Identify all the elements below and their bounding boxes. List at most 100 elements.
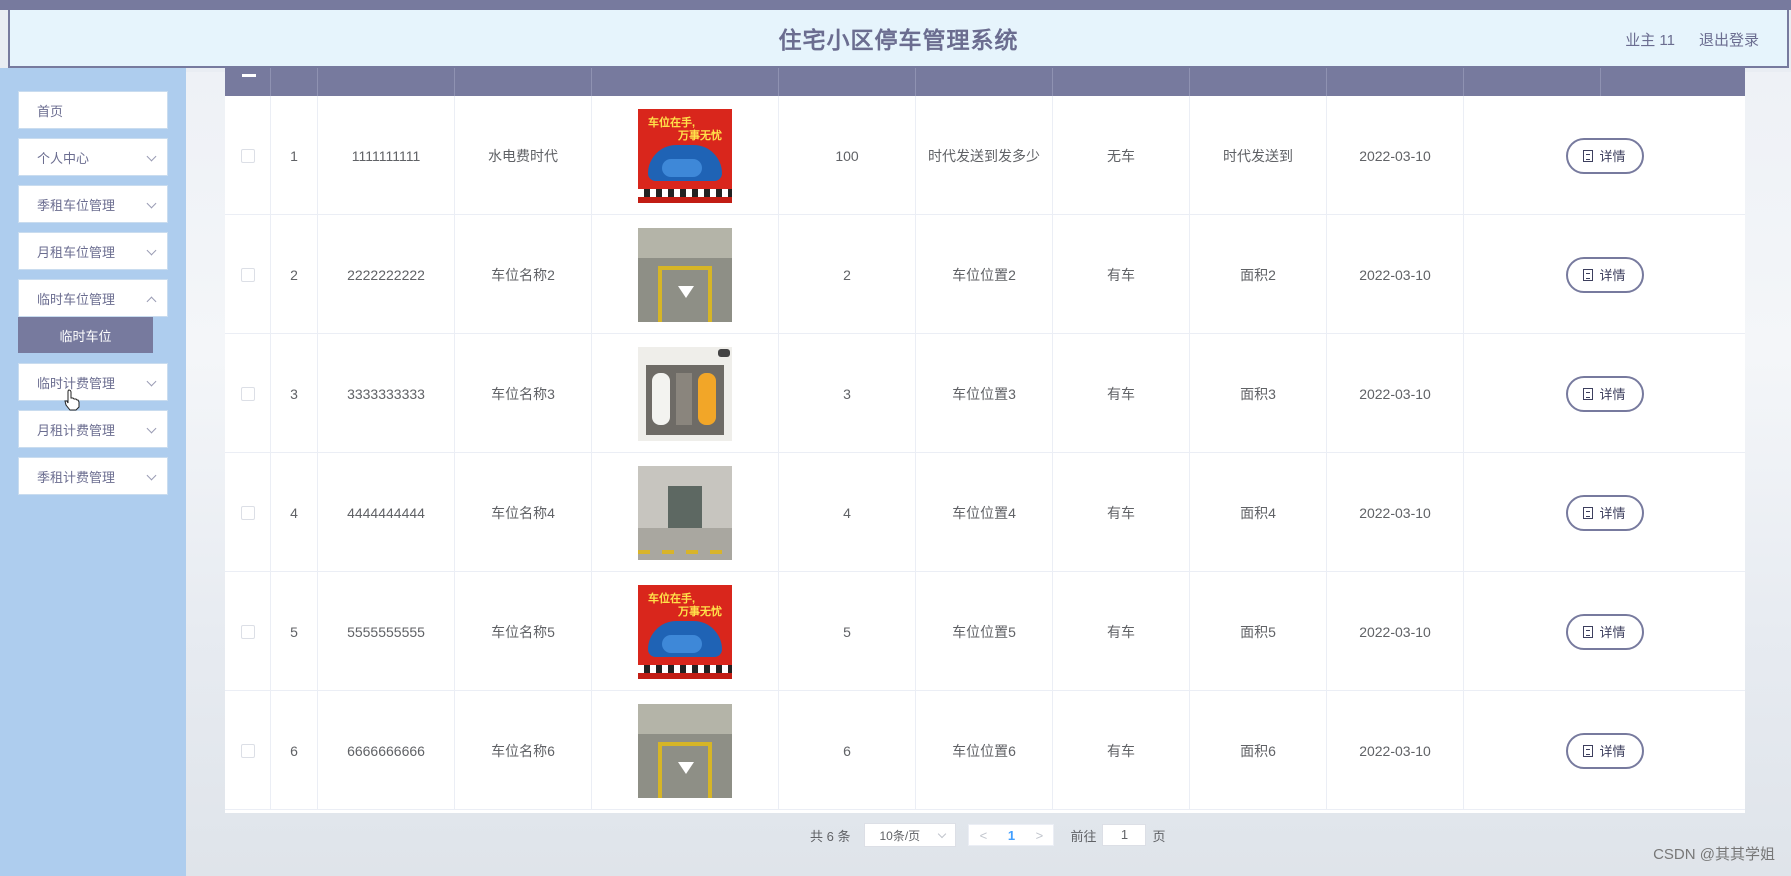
document-icon (1583, 744, 1594, 757)
table-row: 3 3333333333 车位名称3 3 车位位置3 有车 面积3 2022-0… (225, 334, 1745, 453)
space-area: 面积2 (1189, 215, 1326, 334)
sidebar-item-temporary-space[interactable]: 临时车位管理 (18, 279, 168, 317)
space-status: 有车 (1052, 215, 1189, 334)
space-number: 6 (778, 691, 915, 810)
table-row: 6 6666666666 车位名称6 6 车位位置6 有车 面积6 2022-0… (225, 691, 1745, 810)
sidebar-item-seasonal-space[interactable]: 季租车位管理 (18, 185, 168, 223)
space-number: 3 (778, 334, 915, 453)
detail-button[interactable]: 详情 (1565, 375, 1644, 412)
document-icon (1583, 387, 1594, 400)
space-area: 面积3 (1189, 334, 1326, 453)
space-name: 车位名称3 (454, 334, 591, 453)
select-all-checkbox[interactable] (242, 74, 256, 77)
space-date: 2022-03-10 (1326, 96, 1463, 215)
space-code: 2222222222 (317, 215, 454, 334)
space-status: 有车 (1052, 572, 1189, 691)
detail-button[interactable]: 详情 (1565, 256, 1644, 293)
chevron-up-icon (146, 296, 157, 307)
current-user-label[interactable]: 业主 11 (1625, 29, 1675, 50)
space-area: 面积4 (1189, 453, 1326, 572)
space-date: 2022-03-10 (1326, 215, 1463, 334)
row-checkbox[interactable] (240, 743, 255, 758)
space-location: 车位位置5 (915, 572, 1052, 691)
page-size-select[interactable]: 10条/页 (864, 823, 957, 847)
space-location: 车位位置6 (915, 691, 1052, 810)
row-checkbox[interactable] (240, 267, 255, 282)
app-title: 住宅小区停车管理系统 (778, 27, 1019, 53)
space-code: 6666666666 (317, 691, 454, 810)
detail-button[interactable]: 详情 (1565, 494, 1644, 531)
detail-button[interactable]: 详情 (1565, 613, 1644, 650)
chevron-down-icon (938, 829, 947, 839)
space-number: 2 (778, 215, 915, 334)
space-code: 5555555555 (317, 572, 454, 691)
chevron-down-icon (146, 151, 157, 162)
row-index: 3 (270, 334, 317, 453)
sidebar-item-seasonal-billing[interactable]: 季租计费管理 (18, 457, 168, 495)
table-row: 1 1111111111 水电费时代 车位在手, 万事无忧 100 时代发送到发… (225, 96, 1745, 215)
sidebar-item-label: 月租车位管理 (37, 244, 116, 260)
next-page-button[interactable]: > (1025, 828, 1053, 843)
page-number-1[interactable]: 1 (997, 828, 1025, 843)
hand-cursor-icon (64, 389, 80, 411)
app-header: 住宅小区停车管理系统 业主 11 退出登录 (8, 10, 1789, 68)
sidebar-item-monthly-space[interactable]: 月租车位管理 (18, 232, 168, 270)
row-index: 4 (270, 453, 317, 572)
submenu-item-temporary-space[interactable]: 临时车位 (18, 317, 153, 353)
row-checkbox[interactable] (240, 505, 255, 520)
detail-button[interactable]: 详情 (1565, 732, 1644, 769)
space-number: 4 (778, 453, 915, 572)
prev-page-button[interactable]: < (969, 828, 997, 843)
space-number: 100 (778, 96, 915, 215)
sidebar-item-label: 季租计费管理 (37, 469, 116, 485)
space-location: 车位位置3 (915, 334, 1052, 453)
chevron-down-icon (146, 376, 157, 387)
logout-button[interactable]: 退出登录 (1699, 29, 1759, 50)
space-location: 车位位置4 (915, 453, 1052, 572)
sidebar-item-personal-center[interactable]: 个人中心 (18, 138, 168, 176)
goto-page: 前往 1 页 (1070, 824, 1166, 846)
row-index: 6 (270, 691, 317, 810)
sidebar-item-label: 临时车位管理 (37, 291, 116, 307)
goto-label: 前往 (1070, 828, 1097, 844)
space-number: 5 (778, 572, 915, 691)
space-code: 1111111111 (317, 96, 454, 215)
space-image: 车位在手, 万事无忧 (638, 584, 732, 679)
header-user-area: 业主 11 退出登录 (1625, 10, 1759, 68)
row-checkbox[interactable] (240, 386, 255, 401)
pagination: 共 6 条 10条/页 < 1 > 前往 1 页 (810, 823, 1166, 847)
space-status: 有车 (1052, 691, 1189, 810)
space-date: 2022-03-10 (1326, 453, 1463, 572)
sidebar-item-monthly-billing[interactable]: 月租计费管理 (18, 410, 168, 448)
space-name: 车位名称6 (454, 691, 591, 810)
table-header (225, 68, 1745, 96)
sidebar-item-label: 季租车位管理 (37, 197, 116, 213)
table-row: 4 4444444444 车位名称4 4 车位位置4 有车 面积4 2022-0… (225, 453, 1745, 572)
chevron-down-icon (146, 423, 157, 434)
document-icon (1583, 625, 1594, 638)
space-status: 有车 (1052, 334, 1189, 453)
space-image: 车位在手, 万事无忧 (638, 108, 732, 203)
pagination-nav: < 1 > (968, 824, 1055, 846)
sidebar-item-label: 首页 (37, 103, 64, 119)
row-index: 5 (270, 572, 317, 691)
sidebar-item-temporary-billing[interactable]: 临时计费管理 (18, 363, 168, 401)
watermark: CSDN @其其学姐 (1653, 846, 1775, 863)
space-area: 面积5 (1189, 572, 1326, 691)
row-checkbox[interactable] (240, 624, 255, 639)
goto-page-input[interactable]: 1 (1102, 824, 1147, 846)
detail-button[interactable]: 详情 (1565, 137, 1644, 174)
sidebar-item-label: 月租计费管理 (37, 422, 116, 438)
goto-suffix: 页 (1152, 828, 1166, 844)
sidebar-item-home[interactable]: 首页 (18, 91, 168, 129)
pagination-total: 共 6 条 (810, 828, 851, 844)
space-area: 面积6 (1189, 691, 1326, 810)
space-name: 车位名称5 (454, 572, 591, 691)
row-checkbox[interactable] (240, 148, 255, 163)
chevron-down-icon (146, 198, 157, 209)
row-index: 1 (270, 96, 317, 215)
chevron-down-icon (146, 245, 157, 256)
space-image (638, 227, 732, 322)
table-row: 5 5555555555 车位名称5 车位在手, 万事无忧 5 车位位置5 有车… (225, 572, 1745, 691)
space-name: 水电费时代 (454, 96, 591, 215)
